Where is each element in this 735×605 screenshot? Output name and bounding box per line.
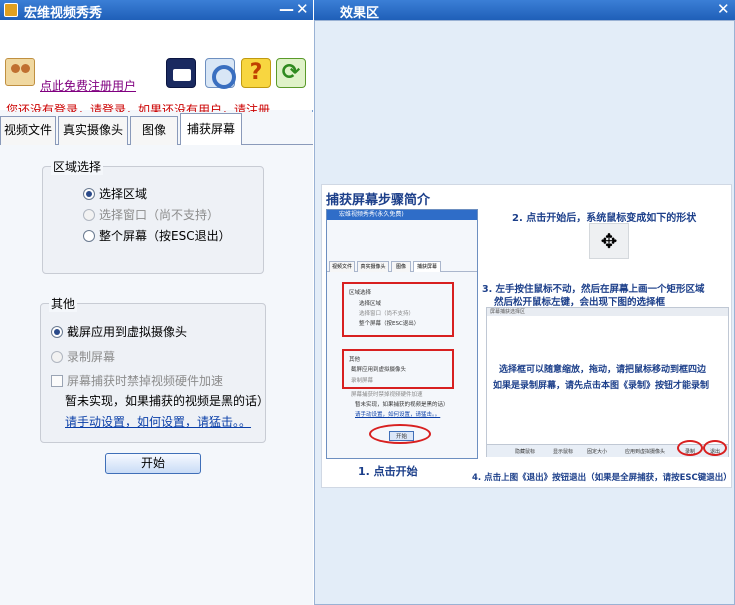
radio-select-region[interactable]: 选择区域 xyxy=(83,185,147,202)
radio-record-screen: 录制屏幕 xyxy=(51,348,115,365)
checkbox-label: 屏幕捕获时禁掉视频硬件加速 xyxy=(67,374,224,388)
highlight-region-box xyxy=(342,282,454,337)
tab-real-camera[interactable]: 真实摄像头 xyxy=(58,116,128,145)
disable-hw-accel-checkbox[interactable]: 屏幕捕获时禁掉视频硬件加速 xyxy=(51,372,223,389)
guide-title: 捕获屏幕步骤简介 xyxy=(326,193,431,208)
checkbox-box[interactable] xyxy=(51,375,63,387)
refresh-icon[interactable]: ⟳ xyxy=(276,58,306,88)
selection-note-2: 如果是录制屏幕，请先点击本图《录制》按钮才能录制 xyxy=(493,381,710,391)
radio-label: 截屏应用到虚拟摄像头 xyxy=(67,325,188,339)
clapper-camera-icon[interactable] xyxy=(166,58,196,88)
user-area: 点此免费注册用户 您还没有登录，请登录，如果还没有用户，请注册 ? ⟳ xyxy=(0,20,313,117)
mini-tab: 捕获屏幕 xyxy=(413,261,441,272)
app-logo-icon xyxy=(4,3,18,17)
step-1: 1. 点击开始 xyxy=(358,465,418,478)
sel-tb-item: 显示鼠标 xyxy=(553,449,574,455)
mini-tab-bar: 视频文件 真实摄像头 图像 捕获屏幕 xyxy=(327,260,477,272)
minimize-button[interactable]: — xyxy=(279,0,294,18)
sel-tb-item: 固定大小 xyxy=(587,449,608,455)
other-legend: 其他 xyxy=(49,295,78,312)
radio-apply-virtual-camera[interactable]: 截屏应用到虚拟摄像头 xyxy=(51,323,187,340)
hw-accel-note: 暂未实现，如果捕获的视频是黑的话） xyxy=(65,394,270,408)
step-3-line2: 然后松开鼠标左键，会出现下图的选择框 xyxy=(494,297,666,308)
radio-label: 录制屏幕 xyxy=(67,350,116,364)
question-icon[interactable]: ? xyxy=(241,58,271,88)
sel-tb-item: 应用到虚拟摄像头 xyxy=(625,449,666,455)
tab-video-file[interactable]: 视频文件 xyxy=(0,116,56,145)
guide-mini-window: 宏维视频秀秀(永久免费) 视频文件 真实摄像头 图像 捕获屏幕 区域选择 选择区… xyxy=(326,209,478,459)
crosshair-cursor-icon: ✥ xyxy=(589,223,629,259)
mini-tab: 图像 xyxy=(391,261,411,272)
register-link[interactable]: 点此免费注册用户 xyxy=(40,77,136,94)
other-group: 其他 截屏应用到虚拟摄像头 录制屏幕 屏幕捕获时禁掉视频硬件加速 暂未实现，如果… xyxy=(40,295,270,443)
mini-link: 请手动设置，如何设置，请猛击。。 xyxy=(355,412,441,418)
radio-label: 选择区域 xyxy=(99,187,148,201)
effect-close-button[interactable]: ✕ xyxy=(717,0,730,18)
tab-bar: 视频文件 真实摄像头 图像 捕获屏幕 xyxy=(0,112,313,146)
region-legend: 区域选择 xyxy=(51,158,104,175)
radio-select-window: 选择窗口（尚不支持） xyxy=(83,206,219,223)
start-button[interactable]: 开始 xyxy=(105,453,201,474)
region-select-group: 区域选择 选择区域 选择窗口（尚不支持） 整个屏幕（按ESC退出） xyxy=(42,158,264,274)
manual-setup-link[interactable]: 请手动设置，如何设置，请猛击。。 xyxy=(65,413,251,430)
gear-icon[interactable] xyxy=(205,58,236,89)
radio-dot[interactable] xyxy=(83,230,95,242)
step-2: 2. 点击开始后，系统鼠标变成如下的形状 xyxy=(512,213,697,224)
mini-note: 暂未实现，如果捕获的视频是黑的话） xyxy=(355,402,449,408)
mini-window-title: 宏维视频秀秀(永久免费) xyxy=(327,210,477,220)
mini-chk: 屏幕捕获时禁掉视频硬件加速 xyxy=(351,392,423,398)
radio-dot xyxy=(83,209,95,221)
effect-title-bar[interactable]: 效果区 ✕ xyxy=(314,0,735,21)
main-window: 宏维视频秀秀 — ✕ 点此免费注册用户 您还没有登录，请登录，如果还没有用户，请… xyxy=(0,0,313,605)
radio-full-screen[interactable]: 整个屏幕（按ESC退出） xyxy=(83,227,231,244)
selection-note-1: 选择框可以随意缩放，拖动，请把鼠标移动到框四边 xyxy=(499,365,707,375)
radio-label: 整个屏幕（按ESC退出） xyxy=(99,229,231,243)
mini-tab: 真实摄像头 xyxy=(357,261,389,272)
tab-capture-screen[interactable]: 捕获屏幕 xyxy=(180,113,242,146)
radio-dot xyxy=(51,351,63,363)
step-3-line1: 3. 左手按住鼠标不动，然后在屏幕上画一个矩形区域 xyxy=(482,284,705,295)
highlight-exit-oval xyxy=(703,440,727,456)
close-button[interactable]: ✕ xyxy=(296,0,309,18)
selection-frame-title: 屏幕捕获选择区 xyxy=(487,308,728,316)
radio-dot[interactable] xyxy=(83,188,95,200)
selection-frame-illustration: 屏幕捕获选择区 选择框可以随意缩放，拖动，请把鼠标移动到框四边 如果是录制屏幕，… xyxy=(486,307,729,457)
effect-window-title: 效果区 xyxy=(340,6,380,21)
effect-window: 效果区 ✕ 捕获屏幕步骤简介 宏维视频秀秀(永久免费) 视频文件 真实摄像头 图… xyxy=(314,0,735,605)
mini-tab: 视频文件 xyxy=(329,261,355,272)
title-bar[interactable]: 宏维视频秀秀 — ✕ xyxy=(0,0,313,21)
user-group-icon[interactable] xyxy=(5,58,35,86)
highlight-record-oval xyxy=(677,440,703,456)
highlight-start-oval xyxy=(369,424,431,444)
effect-area: 捕获屏幕步骤简介 宏维视频秀秀(永久免费) 视频文件 真实摄像头 图像 捕获屏幕… xyxy=(314,20,735,605)
window-title: 宏维视频秀秀 xyxy=(24,6,103,21)
radio-dot[interactable] xyxy=(51,326,63,338)
tab-image[interactable]: 图像 xyxy=(130,116,178,145)
radio-label: 选择窗口（尚不支持） xyxy=(99,208,220,222)
capture-screen-pane: 区域选择 选择区域 选择窗口（尚不支持） 整个屏幕（按ESC退出） 其他 截屏应… xyxy=(0,145,313,605)
highlight-other-box xyxy=(342,349,454,389)
capture-guide-image: 捕获屏幕步骤简介 宏维视频秀秀(永久免费) 视频文件 真实摄像头 图像 捕获屏幕… xyxy=(321,184,732,488)
sel-tb-item: 隐藏鼠标 xyxy=(515,449,536,455)
step-4: 4. 点击上图《退出》按钮退出（如果是全屏捕获，请按ESC键退出） xyxy=(472,473,732,483)
